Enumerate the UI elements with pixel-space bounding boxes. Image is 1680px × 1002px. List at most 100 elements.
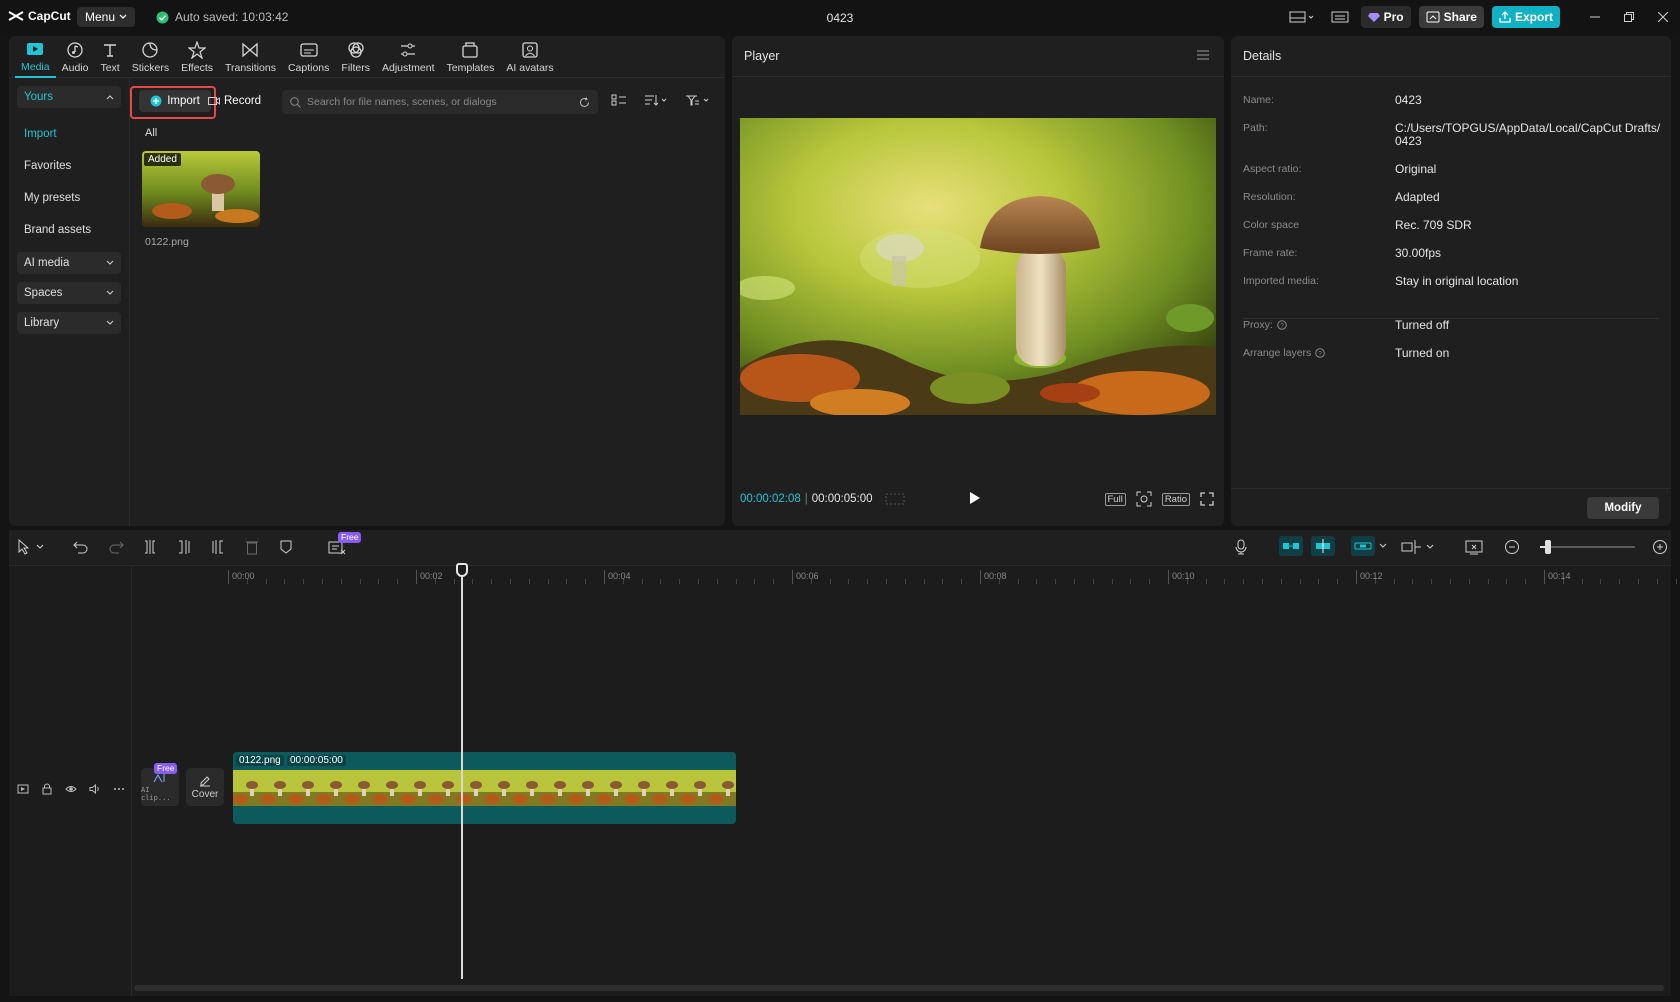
main-track-magnet-icon[interactable] bbox=[1279, 536, 1303, 556]
ratio-button[interactable]: Ratio bbox=[1161, 492, 1190, 506]
cover-button[interactable]: Cover bbox=[186, 768, 224, 806]
playhead-line[interactable] bbox=[461, 570, 463, 979]
linkage-icon[interactable] bbox=[1351, 536, 1391, 556]
microphone-icon[interactable] bbox=[1234, 539, 1248, 555]
export-button[interactable]: Export bbox=[1491, 6, 1560, 28]
maximize-button[interactable] bbox=[1612, 0, 1646, 34]
ruler-minor-tick bbox=[848, 579, 850, 584]
ruler-minor-tick bbox=[1205, 579, 1207, 584]
filmstrip-frame bbox=[596, 770, 625, 806]
auto-snap-icon[interactable] bbox=[1311, 536, 1335, 556]
filter-icon[interactable] bbox=[685, 93, 711, 107]
help-icon[interactable]: ? bbox=[1276, 320, 1287, 330]
logo-text: CapCut bbox=[28, 9, 71, 23]
tab-captions[interactable]: Captions bbox=[282, 36, 335, 78]
audio-icon bbox=[66, 41, 84, 59]
media-search-input[interactable]: Search for file names, scenes, or dialog… bbox=[282, 90, 598, 114]
record-button[interactable]: Record bbox=[208, 90, 261, 112]
eye-icon[interactable] bbox=[65, 783, 77, 795]
refresh-icon[interactable] bbox=[579, 96, 590, 108]
tab-filters[interactable]: Filters bbox=[335, 36, 376, 78]
pro-button[interactable]: Pro bbox=[1360, 6, 1411, 28]
playhead-handle[interactable] bbox=[456, 563, 468, 577]
video-preview[interactable] bbox=[740, 118, 1216, 415]
tab-label: Text bbox=[100, 61, 120, 74]
nav-item-import[interactable]: Import bbox=[17, 118, 121, 150]
redo-icon[interactable] bbox=[108, 539, 124, 555]
volume-icon[interactable] bbox=[89, 783, 101, 795]
ruler-minor-tick bbox=[904, 579, 906, 584]
media-icon bbox=[26, 40, 44, 58]
more-icon[interactable] bbox=[113, 783, 125, 795]
marker-icon[interactable] bbox=[279, 539, 293, 555]
tab-text[interactable]: Text bbox=[94, 36, 125, 78]
play-button[interactable] bbox=[969, 491, 981, 505]
tab-templates[interactable]: Templates bbox=[441, 36, 501, 78]
zoom-slider-track[interactable] bbox=[1540, 546, 1635, 548]
share-button[interactable]: Share bbox=[1418, 6, 1484, 28]
free-tag: Free bbox=[338, 532, 362, 543]
detail-key-text: Arrange layers bbox=[1243, 347, 1312, 359]
select-tool-icon[interactable] bbox=[17, 539, 47, 555]
track-cover-toggle-icon[interactable] bbox=[17, 783, 29, 795]
nav-yours-dropdown[interactable]: Yours bbox=[17, 86, 121, 108]
tab-stickers[interactable]: Stickers bbox=[126, 36, 175, 78]
zoom-preview-icon[interactable] bbox=[1136, 491, 1152, 507]
delete-left-icon[interactable] bbox=[177, 539, 191, 555]
ruler-minor-tick bbox=[322, 579, 323, 584]
detail-key: Color space bbox=[1243, 219, 1300, 231]
minimize-button[interactable] bbox=[1578, 0, 1612, 34]
zoom-slider-handle[interactable] bbox=[1545, 540, 1551, 554]
nav-item-favorites[interactable]: Favorites bbox=[17, 150, 121, 182]
split-icon[interactable] bbox=[143, 539, 157, 555]
timeline-ruler[interactable]: 00:00 00:02 00:04 00:06 00:08 00:10 00:12 00:14 bbox=[132, 566, 1677, 586]
close-button[interactable] bbox=[1646, 0, 1680, 34]
full-button[interactable]: Full bbox=[1104, 492, 1126, 506]
nav-ai-media-dropdown[interactable]: AI media bbox=[17, 252, 121, 274]
detail-value: Turned on bbox=[1395, 346, 1450, 360]
layout-icon[interactable] bbox=[1279, 0, 1325, 34]
filmstrip-frame bbox=[316, 770, 345, 806]
sort-icon[interactable] bbox=[644, 93, 668, 107]
ruler-minor-tick bbox=[1468, 579, 1470, 584]
nav-item-my-presets[interactable]: My presets bbox=[17, 182, 121, 214]
timeline-view-icon[interactable] bbox=[885, 493, 905, 505]
import-button[interactable]: Import bbox=[139, 90, 211, 112]
view-mode-icon[interactable] bbox=[611, 93, 627, 107]
delete-right-icon[interactable] bbox=[211, 539, 225, 555]
menu-button[interactable]: Menu bbox=[77, 7, 136, 27]
lock-icon[interactable] bbox=[41, 783, 53, 795]
hamburger-menu-icon[interactable] bbox=[1196, 49, 1210, 61]
tab-transitions[interactable]: Transitions bbox=[219, 36, 282, 78]
zoom-out-icon[interactable] bbox=[1504, 539, 1520, 555]
trash-icon[interactable] bbox=[245, 539, 259, 555]
modify-button[interactable]: Modify bbox=[1587, 497, 1659, 519]
tab-effects[interactable]: Effects bbox=[175, 36, 219, 78]
nav-library-dropdown[interactable]: Library bbox=[17, 312, 121, 334]
screen-icon[interactable] bbox=[1465, 539, 1483, 555]
timeline-clip[interactable]: 0122.png 00:00:05:00 bbox=[233, 752, 736, 824]
play-icon bbox=[970, 492, 980, 504]
filter-all-label[interactable]: All bbox=[145, 127, 157, 139]
tab-adjustment[interactable]: Adjustment bbox=[376, 36, 441, 78]
shortcuts-icon[interactable] bbox=[1325, 0, 1355, 34]
ruler-minor-tick bbox=[340, 579, 342, 584]
tab-media[interactable]: Media bbox=[15, 36, 56, 78]
tab-ai-avatars[interactable]: AI avatars bbox=[500, 36, 559, 78]
ruler-minor-tick bbox=[829, 579, 831, 584]
nav-item-brand-assets[interactable]: Brand assets bbox=[17, 214, 121, 246]
chevron-down-icon bbox=[119, 14, 127, 19]
preview-axis-icon[interactable] bbox=[1401, 539, 1437, 555]
zoom-in-icon[interactable] bbox=[1652, 539, 1668, 555]
fullscreen-icon[interactable] bbox=[1200, 492, 1214, 506]
nav-spaces-dropdown[interactable]: Spaces bbox=[17, 282, 121, 304]
timeline-horizontal-scrollbar[interactable] bbox=[134, 985, 1664, 991]
media-thumbnail[interactable]: Added bbox=[142, 151, 260, 227]
tab-audio[interactable]: Audio bbox=[56, 36, 95, 78]
detail-value: Stay in original location bbox=[1395, 274, 1519, 288]
undo-icon[interactable] bbox=[73, 539, 89, 555]
detail-value: C:/Users/TOPGUS/AppData/Local/CapCut Dra… bbox=[1395, 121, 1661, 148]
help-icon[interactable]: ? bbox=[1315, 348, 1326, 358]
ruler-minor-tick bbox=[698, 579, 699, 584]
ruler-minor-tick bbox=[1130, 579, 1132, 584]
